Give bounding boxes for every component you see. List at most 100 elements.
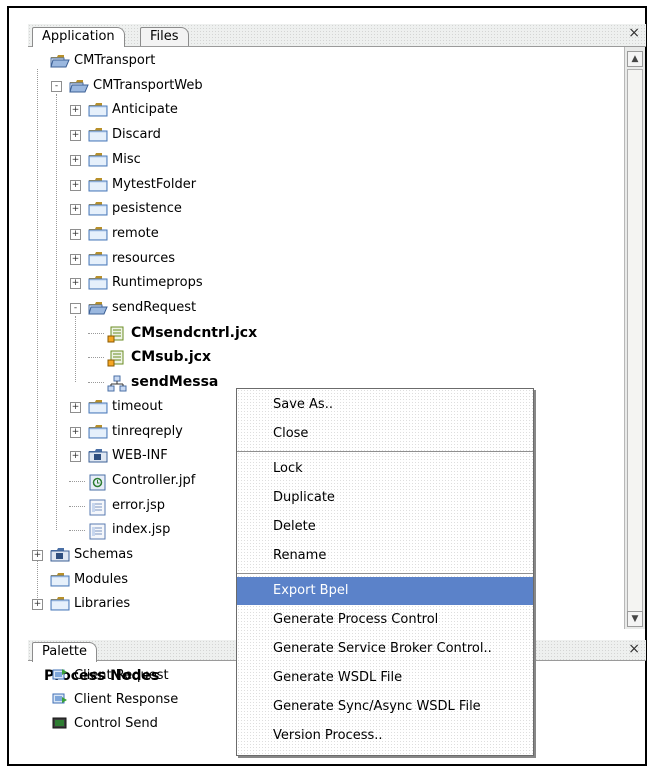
- client-response-icon: [52, 693, 67, 704]
- web-project-folder-icon: [69, 79, 89, 93]
- control-file-icon: [107, 326, 127, 343]
- tree-node[interactable]: + resources: [28, 248, 618, 270]
- folder-icon: [88, 103, 108, 117]
- tree-connector: [88, 357, 104, 359]
- tree-connector: [69, 480, 85, 482]
- tree-node-label: WEB-INF: [112, 448, 168, 464]
- expand-icon[interactable]: +: [70, 204, 81, 216]
- tree-node-label: Anticipate: [112, 102, 178, 118]
- menu-item[interactable]: Duplicate: [237, 484, 533, 512]
- tree-node[interactable]: - sendRequest: [28, 297, 618, 319]
- tree-node[interactable]: CMTransport: [28, 50, 618, 72]
- menu-item[interactable]: Delete: [237, 513, 533, 541]
- expand-icon[interactable]: +: [32, 599, 43, 611]
- folder-icon: [88, 128, 108, 142]
- tab-files[interactable]: Files: [140, 27, 189, 46]
- folder-icon: [88, 152, 108, 167]
- expand-icon[interactable]: +: [70, 426, 81, 438]
- collapse-icon[interactable]: -: [70, 303, 81, 314]
- web-inf-folder-icon: [88, 449, 108, 463]
- menu-item[interactable]: Generate Process Control: [237, 606, 533, 634]
- tree-node-label: sendMessa: [131, 374, 219, 391]
- menu-item[interactable]: Save As..: [237, 391, 533, 419]
- tree-node[interactable]: + Runtimeprops: [28, 272, 618, 294]
- menu-item[interactable]: Generate Sync/Async WSDL File: [237, 693, 533, 721]
- menu-item[interactable]: Close: [237, 420, 533, 448]
- scroll-down-icon[interactable]: ▼: [627, 611, 643, 627]
- menu-separator: [237, 451, 533, 452]
- expand-icon[interactable]: +: [70, 130, 81, 142]
- folder-icon: [88, 424, 108, 439]
- tree-scrollbar[interactable]: ▲ ▼: [624, 47, 645, 629]
- tree-connector: [88, 382, 104, 384]
- tree-node-label: CMsub.jcx: [131, 349, 211, 366]
- expand-icon[interactable]: +: [70, 401, 81, 413]
- expand-icon[interactable]: +: [70, 179, 81, 191]
- tab-palette[interactable]: Palette: [32, 642, 98, 662]
- tree-node-label: CMTransport: [74, 53, 156, 68]
- collapse-icon[interactable]: -: [51, 80, 62, 92]
- tree-node[interactable]: + Discard: [28, 124, 618, 146]
- menu-item[interactable]: Version Process..: [237, 722, 533, 750]
- menu-item[interactable]: Export Bpel: [237, 577, 533, 605]
- jsp-file-icon: [88, 499, 108, 516]
- tree-node[interactable]: - CMTransportWeb: [28, 75, 618, 97]
- page-flow-file-icon: [88, 474, 108, 491]
- expand-icon[interactable]: +: [70, 228, 81, 240]
- palette-item-control-send[interactable]: Control Send: [74, 716, 158, 731]
- expand-icon[interactable]: +: [70, 154, 81, 166]
- tree-node-label: index.jsp: [112, 522, 171, 538]
- tree-node-label: Controller.jpf: [112, 472, 196, 488]
- close-panel-icon[interactable]: ×: [628, 25, 640, 41]
- tree-node[interactable]: + Anticipate: [28, 99, 618, 121]
- panel-tab-bar: Application Files ×: [28, 24, 646, 47]
- tree-node-label: error.jsp: [112, 497, 166, 513]
- tree-node-label: sendRequest: [112, 300, 197, 315]
- close-palette-icon[interactable]: ×: [628, 641, 640, 657]
- palette-item-client-request[interactable]: Client Request: [74, 668, 169, 683]
- tree-node-label: Discard: [112, 127, 161, 143]
- tree-node-label: Schemas: [74, 547, 134, 562]
- control-file-icon: [107, 350, 127, 367]
- folder-icon: [88, 276, 108, 290]
- menu-item[interactable]: Lock: [237, 455, 533, 483]
- tree-node-label: remote: [112, 225, 159, 241]
- tree-node-label: Runtimeprops: [112, 275, 203, 291]
- tree-node-label: tinreqreply: [112, 423, 183, 439]
- expand-icon[interactable]: +: [70, 451, 81, 463]
- tree-node[interactable]: + MytestFolder: [28, 174, 618, 196]
- expand-icon[interactable]: +: [70, 105, 81, 117]
- menu-item[interactable]: Generate Service Broker Control..: [237, 635, 533, 663]
- folder-icon: [88, 251, 108, 266]
- tree-connector: [69, 530, 85, 532]
- tree-node[interactable]: + Misc: [28, 149, 618, 171]
- tree-node[interactable]: CMsub.jcx: [28, 346, 618, 368]
- client-request-icon: [52, 669, 67, 680]
- expand-icon[interactable]: +: [70, 253, 81, 265]
- tree-connector: [69, 505, 85, 507]
- tree-node-label: CMTransportWeb: [93, 77, 203, 93]
- tab-application[interactable]: Application: [32, 27, 125, 47]
- tree-node[interactable]: + pesistence: [28, 198, 618, 220]
- scroll-thumb[interactable]: [627, 69, 643, 619]
- folder-icon: [88, 202, 108, 216]
- scroll-up-icon[interactable]: ▲: [627, 51, 643, 67]
- expand-icon[interactable]: +: [70, 278, 81, 290]
- tree-node-label: resources: [112, 250, 176, 266]
- project-folder-icon: [50, 54, 70, 68]
- menu-item[interactable]: Generate WSDL File: [237, 664, 533, 692]
- palette-item-client-response[interactable]: Client Response: [74, 692, 178, 707]
- folder-icon: [88, 226, 108, 241]
- menu-item[interactable]: Rename: [237, 542, 533, 570]
- menu-separator: [237, 573, 533, 574]
- tree-node-label: timeout: [112, 398, 163, 414]
- tree-node-label: pesistence: [112, 201, 182, 217]
- tree-node-label: CMsendcntrl.jcx: [131, 324, 258, 341]
- context-menu: Save As.. Close Lock Duplicate Delete Rename E…: [236, 388, 534, 756]
- tree-node-label: Misc: [112, 151, 141, 167]
- control-send-icon: [52, 717, 67, 729]
- tree-node[interactable]: CMsendcntrl.jcx: [28, 322, 618, 344]
- process-file-icon: [107, 375, 127, 392]
- expand-icon[interactable]: +: [32, 550, 43, 561]
- tree-node[interactable]: + remote: [28, 223, 618, 245]
